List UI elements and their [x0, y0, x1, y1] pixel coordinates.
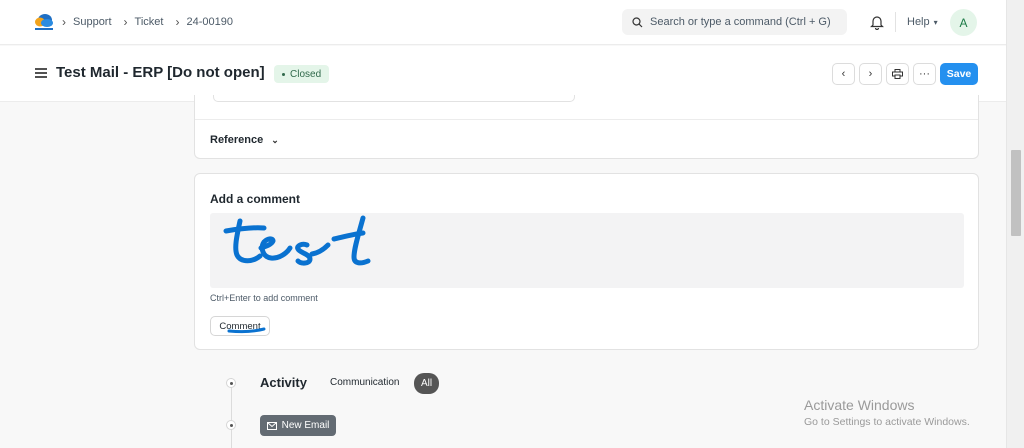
watermark-line-2: Go to Settings to activate Windows. — [804, 416, 970, 428]
section-divider — [195, 119, 978, 120]
breadcrumb-ticket-id[interactable]: 24-00190 — [186, 16, 233, 28]
search-placeholder: Search or type a command (Ctrl + G) — [650, 16, 831, 28]
chevron-right-icon: › — [123, 15, 128, 29]
status-dot-icon — [282, 72, 285, 76]
mail-icon — [266, 421, 277, 430]
new-email-button[interactable]: New Email — [260, 415, 336, 436]
page-scrollbar[interactable] — [1006, 0, 1024, 448]
comment-hint: Ctrl+Enter to add comment — [210, 293, 318, 303]
chevron-left-icon: ‹ — [841, 68, 846, 80]
help-dropdown[interactable]: Help ▾ — [907, 16, 938, 28]
comment-input[interactable] — [210, 213, 964, 288]
printer-icon — [892, 69, 903, 79]
chevron-right-icon: › — [62, 15, 66, 29]
status-label: Closed — [290, 68, 322, 80]
reference-toggle[interactable]: Reference ⌄ — [210, 134, 279, 146]
print-button[interactable] — [886, 63, 909, 85]
watermark-line-1: Activate Windows — [804, 397, 915, 413]
status-badge: Closed — [274, 65, 330, 83]
comment-section-title: Add a comment — [210, 192, 301, 206]
new-email-label: New Email — [281, 420, 330, 431]
handwritten-annotation — [223, 215, 371, 266]
chevron-right-icon: › — [175, 15, 180, 29]
timeline-dot-icon — [226, 378, 236, 388]
comment-section: Add a comment Ctrl+Enter to add comment … — [194, 173, 979, 350]
page-title: Test Mail - ERP [Do not open] — [56, 64, 265, 81]
activity-timeline — [231, 378, 232, 448]
breadcrumb: › Support › Ticket › 24-00190 — [62, 15, 245, 29]
chevron-right-icon: › — [868, 68, 873, 80]
tab-all[interactable]: All — [414, 373, 439, 394]
navbar-divider — [895, 12, 896, 32]
chevron-down-icon: ⌄ — [271, 134, 279, 145]
page-head: Test Mail - ERP [Do not open] Closed ‹ ›… — [0, 46, 1006, 102]
reference-section: Reference ⌄ — [194, 95, 979, 159]
notification-bell-icon[interactable] — [870, 14, 884, 30]
app-logo-icon[interactable] — [33, 12, 55, 32]
scrollbar-thumb[interactable] — [1011, 150, 1021, 236]
reference-label: Reference — [210, 134, 264, 146]
avatar[interactable]: A — [950, 9, 977, 36]
windows-activation-watermark: Activate Windows Go to Settings to activ… — [804, 397, 970, 428]
next-button[interactable]: › — [859, 63, 882, 85]
chevron-down-icon: ▾ — [933, 17, 938, 27]
breadcrumb-ticket[interactable]: Ticket — [135, 16, 164, 28]
help-label: Help — [907, 16, 930, 28]
previous-button[interactable]: ‹ — [832, 63, 855, 85]
more-horizontal-icon: ··· — [919, 68, 930, 80]
handwritten-underline — [227, 327, 266, 334]
activity-title: Activity — [260, 375, 307, 390]
breadcrumb-support[interactable]: Support — [73, 16, 112, 28]
save-button[interactable]: Save — [940, 63, 978, 85]
search-input[interactable]: Search or type a command (Ctrl + G) — [622, 9, 847, 35]
navbar: › Support › Ticket › 24-00190 Search or … — [0, 0, 1006, 45]
search-icon — [632, 16, 643, 27]
sidebar-toggle-icon[interactable] — [35, 68, 47, 78]
timeline-dot-icon — [226, 420, 236, 430]
field-box-edge — [213, 95, 575, 102]
tab-communication[interactable]: Communication — [330, 377, 399, 388]
more-actions-button[interactable]: ··· — [913, 63, 936, 85]
